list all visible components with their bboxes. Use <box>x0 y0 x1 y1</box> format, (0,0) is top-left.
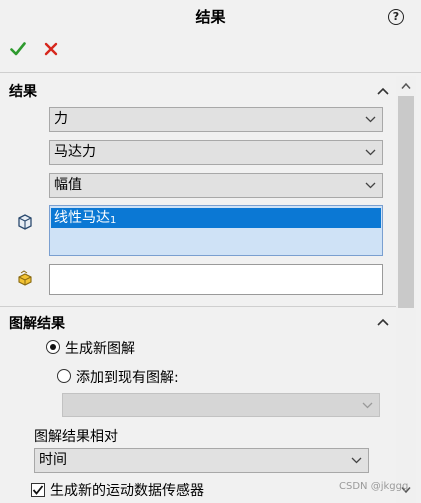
existing-plot-combo[interactable] <box>62 393 380 417</box>
collapse-results-icon[interactable] <box>376 86 390 96</box>
chevron-down-icon <box>365 182 376 189</box>
component-cube-icon <box>18 214 32 230</box>
chevron-down-icon <box>365 116 376 123</box>
list-item[interactable]: 线性马达1 <box>51 208 381 228</box>
reference-component-icon <box>18 270 32 286</box>
chevron-down-icon <box>351 457 362 464</box>
list-item-index: 1 <box>110 215 117 226</box>
add-to-existing-radio[interactable] <box>57 369 71 383</box>
cancel-x-icon[interactable] <box>44 42 58 56</box>
collapse-plot-results-icon[interactable] <box>376 317 390 327</box>
create-sensor-label: 生成新的运动数据传感器 <box>50 483 204 499</box>
reference-component-field[interactable] <box>49 264 383 295</box>
add-to-existing-label: 添加到现有图解: <box>76 370 179 386</box>
plot-relative-combo[interactable]: 时间 <box>34 448 369 473</box>
result-subcategory-value: 马达力 <box>54 144 96 160</box>
new-plot-label: 生成新图解 <box>65 341 135 357</box>
plot-results-group-title: 图解结果 <box>9 316 65 332</box>
selected-items-listbox[interactable]: 线性马达1 <box>49 205 383 256</box>
checkmark-icon <box>32 485 44 495</box>
create-sensor-checkbox[interactable] <box>31 483 45 497</box>
result-component-combo[interactable]: 幅值 <box>49 173 383 198</box>
divider <box>0 306 396 307</box>
result-category-value: 力 <box>54 111 68 127</box>
results-group-title: 结果 <box>9 84 37 100</box>
result-component-value: 幅值 <box>54 177 82 193</box>
chevron-down-icon <box>365 149 376 156</box>
plot-relative-label: 图解结果相对 <box>34 429 118 445</box>
scroll-up-icon[interactable] <box>401 82 411 90</box>
chevron-down-icon <box>362 402 373 409</box>
result-subcategory-combo[interactable]: 马达力 <box>49 140 383 165</box>
new-plot-radio[interactable] <box>46 340 60 354</box>
plot-relative-value: 时间 <box>39 452 67 468</box>
list-item-label: 线性马达 <box>54 210 110 226</box>
divider <box>0 72 421 73</box>
help-icon[interactable]: ? <box>388 9 404 25</box>
watermark: CSDN @jkggg <box>339 481 409 492</box>
scrollbar-thumb[interactable] <box>398 96 414 308</box>
panel-title: 结果 <box>195 8 226 26</box>
ok-checkmark-icon[interactable] <box>10 41 26 57</box>
radio-dot <box>50 344 56 350</box>
result-category-combo[interactable]: 力 <box>49 107 383 132</box>
